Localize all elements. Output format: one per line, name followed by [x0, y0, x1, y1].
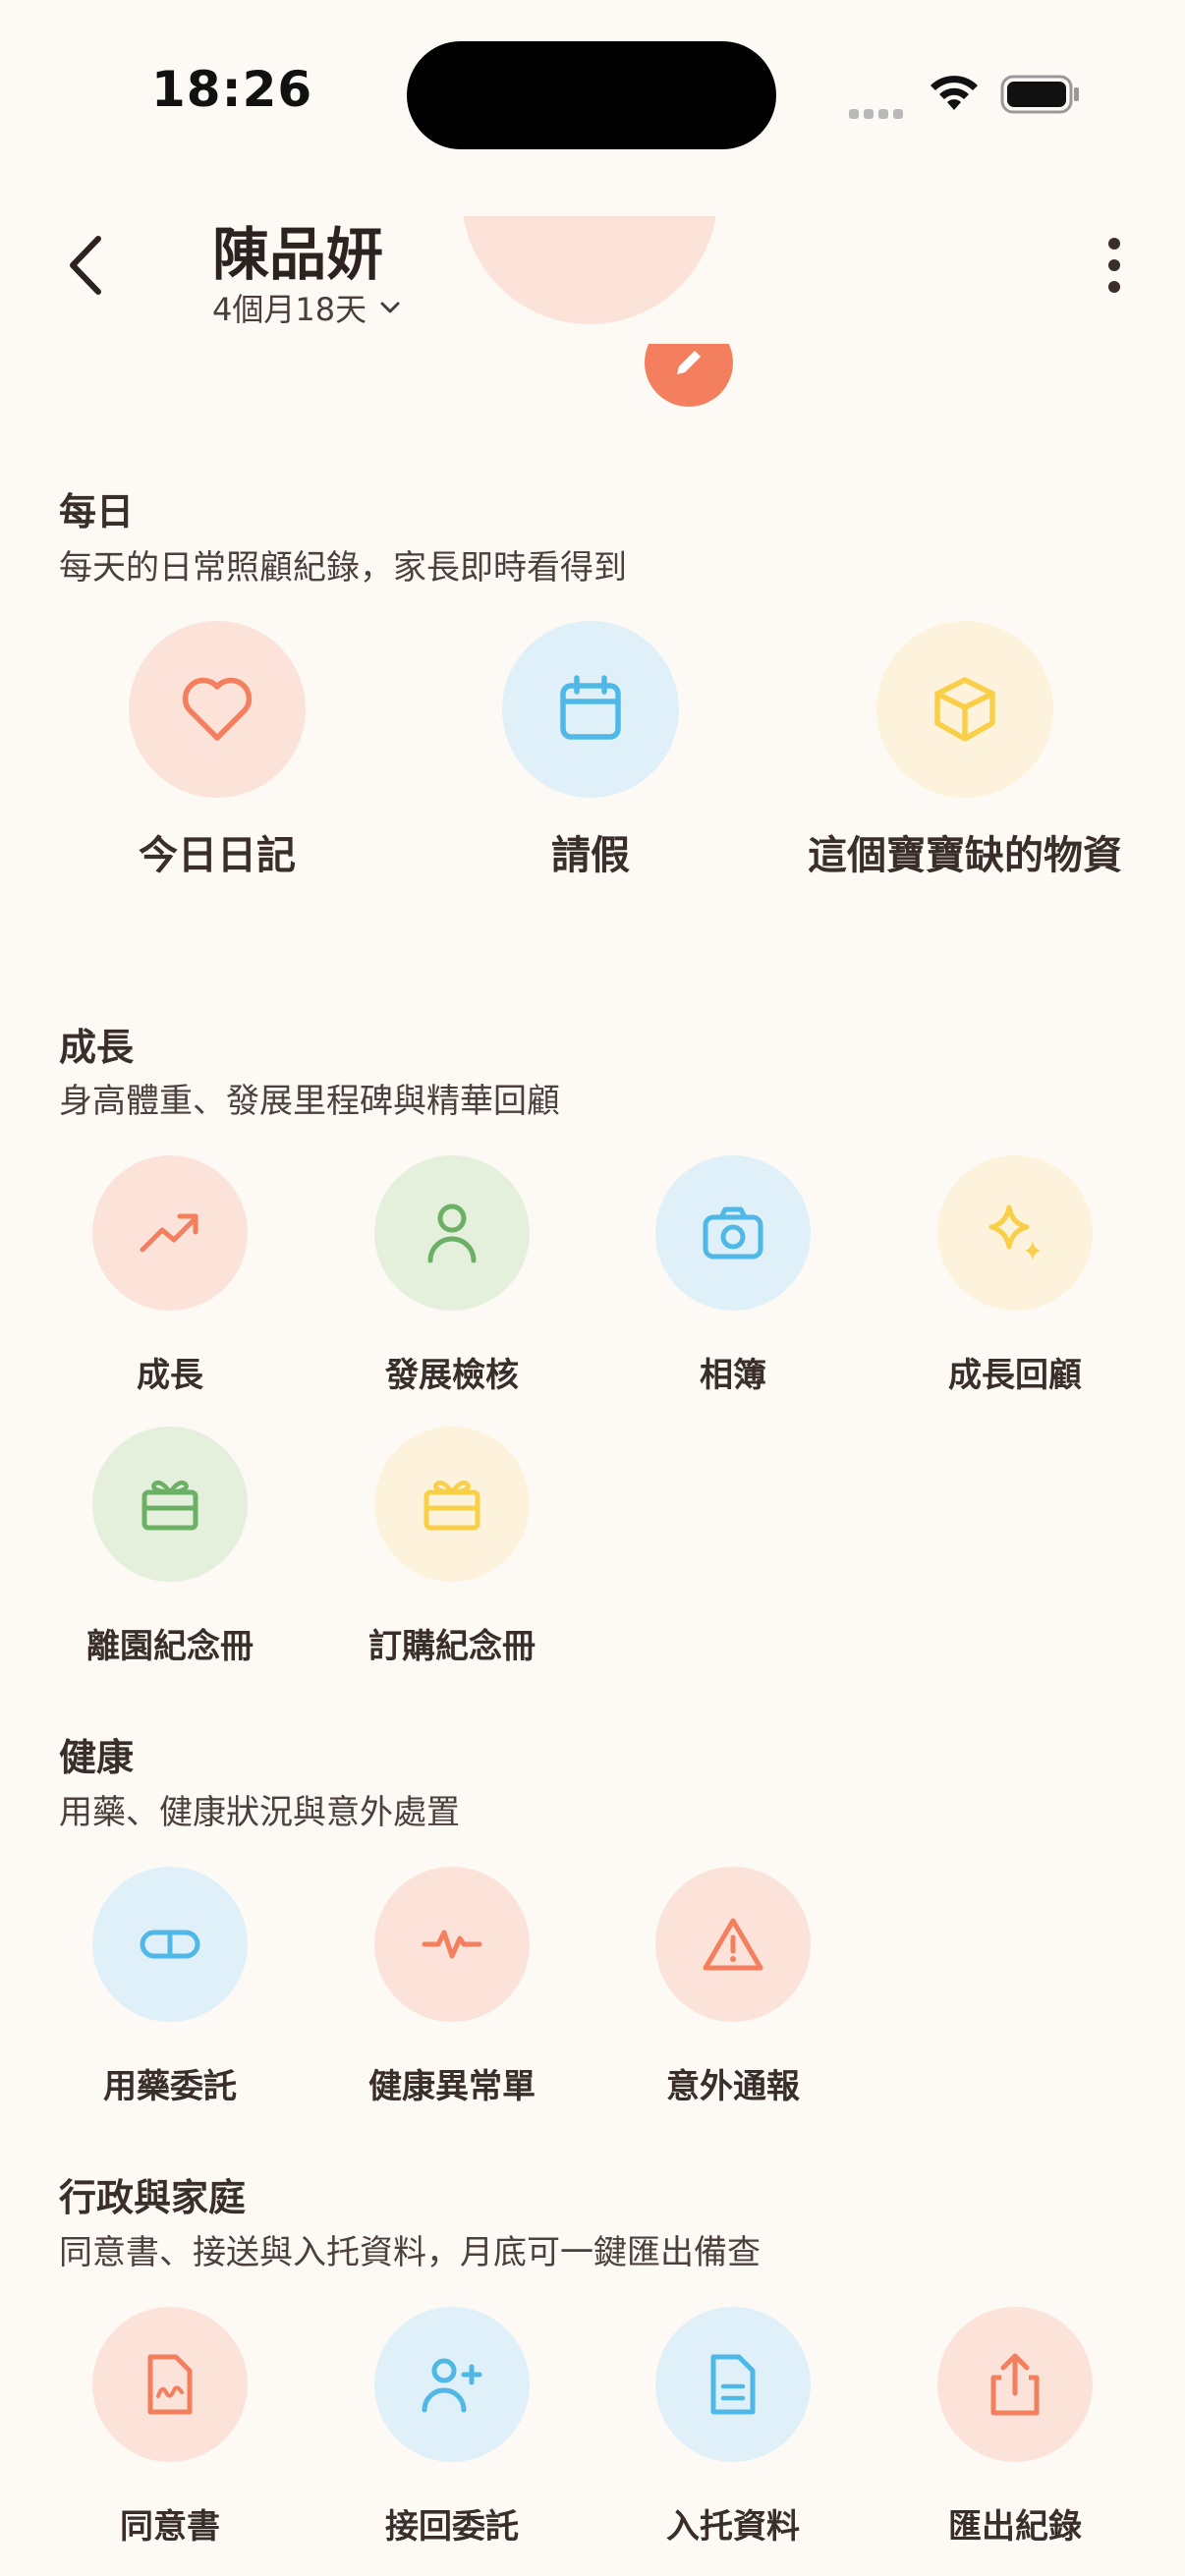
age-selector[interactable]: 4個月18天 — [212, 285, 402, 330]
wifi-icon — [928, 73, 981, 116]
tile-photo-album[interactable]: 相簿 — [605, 1155, 861, 1396]
chevron-down-icon — [380, 302, 400, 313]
section-title-growth: 成長 — [59, 1026, 135, 1069]
heart-icon — [129, 621, 306, 798]
section-title-daily: 每日 — [59, 490, 135, 533]
tile-label: 請假 — [551, 833, 630, 878]
tile-label: 同意書 — [120, 2507, 220, 2547]
tile-daily-diary[interactable]: 今日日記 — [60, 621, 374, 884]
signed-document-icon — [92, 2307, 248, 2462]
more-options-button[interactable] — [1091, 226, 1138, 305]
tile-accident-report[interactable]: 意外通報 — [605, 1867, 861, 2107]
tile-label: 相簿 — [700, 1356, 766, 1395]
box-icon — [876, 621, 1053, 798]
section-desc-admin-family: 同意書、接送與入托資料，月底可一鍵匯出備查 — [59, 2233, 761, 2272]
gift-box-icon — [374, 1427, 530, 1582]
tile-label: 用藥委託 — [103, 2067, 237, 2106]
section-desc-daily: 每天的日常照顧紀錄，家長即時看得到 — [59, 548, 627, 588]
share-export-icon — [937, 2307, 1093, 2462]
child-name: 陳品妍 — [212, 221, 384, 288]
tile-label: 接回委託 — [385, 2507, 519, 2547]
tile-export-records[interactable]: 匯出紀錄 — [887, 2307, 1143, 2548]
person-icon — [374, 1155, 530, 1311]
cellular-signal-icon — [849, 104, 908, 123]
tile-pickup-authorization[interactable]: 接回委託 — [324, 2307, 580, 2548]
tile-graduation-album[interactable]: 離園紀念冊 — [42, 1427, 298, 1667]
tile-label: 意外通報 — [666, 2067, 800, 2106]
tile-health-abnormality[interactable]: 健康異常單 — [324, 1867, 580, 2107]
section-desc-health: 用藥、健康狀況與意外處置 — [59, 1793, 460, 1832]
document-icon — [655, 2307, 811, 2462]
tile-growth-review[interactable]: 成長回顧 — [887, 1155, 1143, 1396]
pencil-icon — [677, 351, 701, 374]
tile-label: 健康異常單 — [368, 2067, 536, 2106]
tile-leave-request[interactable]: 請假 — [433, 621, 748, 884]
section-desc-growth: 身高體重、發展里程碑與精華回顧 — [59, 1082, 560, 1121]
section-title-admin-family: 行政與家庭 — [59, 2176, 247, 2219]
tile-medication-request[interactable]: 用藥委託 — [42, 1867, 298, 2107]
add-person-icon — [374, 2307, 530, 2462]
gift-box-icon — [92, 1427, 248, 1582]
trending-up-icon — [92, 1155, 248, 1311]
warning-icon — [655, 1867, 811, 2022]
tile-growth[interactable]: 成長 — [42, 1155, 298, 1396]
tile-label: 成長回顧 — [948, 1356, 1082, 1395]
tile-label: 發展檢核 — [385, 1356, 519, 1395]
tile-missing-supplies[interactable]: 這個寶寶缺的物資 — [808, 621, 1122, 884]
dynamic-island — [407, 41, 776, 149]
tile-label: 入托資料 — [666, 2507, 800, 2547]
tile-development-check[interactable]: 發展檢核 — [324, 1155, 580, 1396]
tile-enrollment-data[interactable]: 入托資料 — [605, 2307, 861, 2548]
tile-label: 匯出紀錄 — [948, 2507, 1082, 2547]
tile-label: 訂購紀念冊 — [368, 1627, 536, 1666]
tile-order-album[interactable]: 訂購紀念冊 — [324, 1427, 580, 1667]
tile-consent-forms[interactable]: 同意書 — [42, 2307, 298, 2548]
sparkles-icon — [937, 1155, 1093, 1311]
tile-label: 今日日記 — [139, 833, 296, 878]
tile-label: 成長 — [137, 1356, 203, 1395]
pill-icon — [92, 1867, 248, 2022]
edit-avatar-button[interactable] — [629, 344, 747, 413]
section-title-health: 健康 — [59, 1736, 135, 1779]
battery-icon — [1000, 75, 1081, 118]
pulse-icon — [374, 1867, 530, 2022]
camera-icon — [655, 1155, 811, 1311]
status-time: 18:26 — [151, 61, 313, 118]
tile-label: 這個寶寶缺的物資 — [808, 833, 1122, 878]
calendar-icon — [502, 621, 679, 798]
tile-label: 離園紀念冊 — [86, 1627, 254, 1666]
status-bar: 18:26 — [0, 0, 1185, 187]
back-button[interactable] — [53, 226, 116, 305]
child-age: 4個月18天 — [212, 291, 367, 328]
